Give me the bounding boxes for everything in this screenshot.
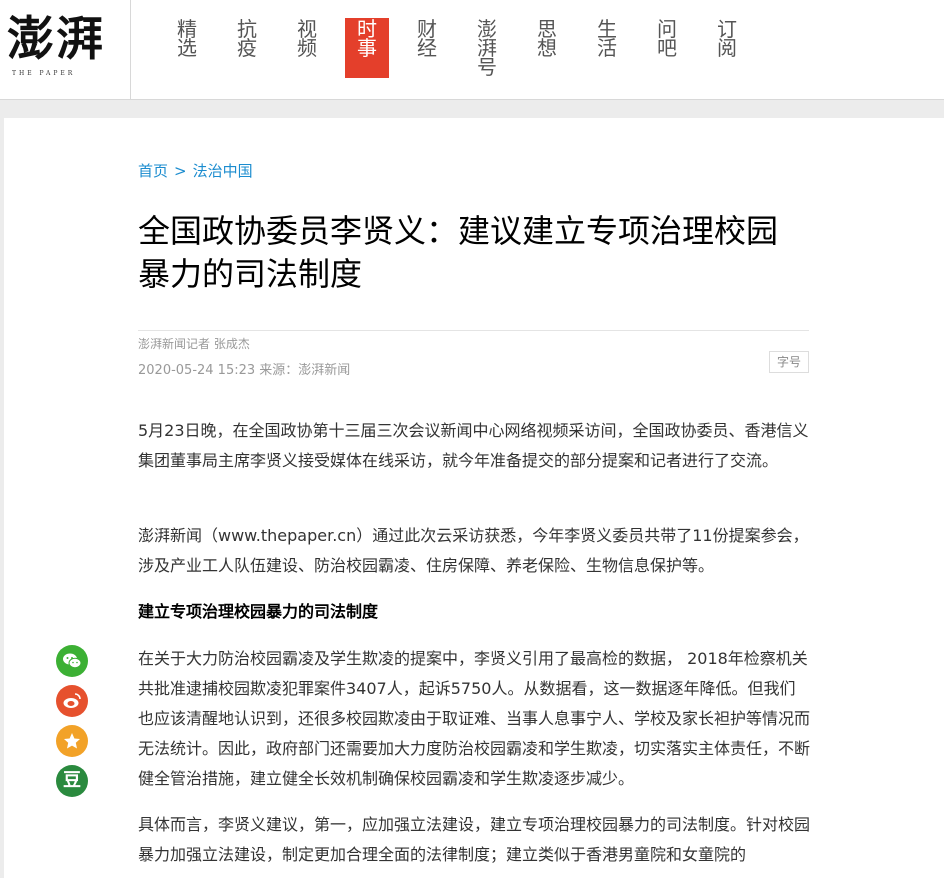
- nav-item[interactable]: 订阅: [705, 19, 749, 58]
- article-date-source: 2020-05-24 15:23 来源：澎湃新闻: [138, 363, 351, 378]
- article-title: 全国政协委员李贤义：建议建立专项治理校园暴力的司法制度: [138, 212, 779, 293]
- article-author: 澎湃新闻记者 张成杰: [138, 337, 250, 351]
- nav-item[interactable]: 思想: [525, 19, 569, 58]
- nav-item[interactable]: 抗疫: [225, 19, 269, 58]
- font-size-button[interactable]: 字号: [769, 351, 809, 373]
- breadcrumb-section[interactable]: 法治中国: [193, 162, 253, 180]
- article-paragraph: 澎湃新闻（www.thepaper.cn）通过此次云采访获悉，今年李贤义委员共带…: [138, 526, 809, 575]
- article-paragraph: 5月23日晚，在全国政协第十三届三次会议新闻中心网络视频采访间，全国政协委员、香…: [138, 421, 809, 470]
- breadcrumb-home[interactable]: 首页: [138, 162, 168, 180]
- breadcrumb-separator: >: [174, 162, 187, 180]
- site-header: 澎湃 THE PAPER 精选抗疫视频时事财经澎湃号思想生活问吧订阅: [0, 0, 944, 100]
- divider: [138, 330, 809, 331]
- nav-item[interactable]: 问吧: [645, 19, 689, 58]
- logo[interactable]: 澎湃 THE PAPER: [0, 0, 131, 99]
- weibo-icon[interactable]: [56, 685, 88, 717]
- nav-item[interactable]: 财经: [405, 19, 449, 58]
- nav-item[interactable]: 精选: [165, 19, 209, 58]
- douban-icon[interactable]: 豆: [56, 765, 88, 797]
- article-subheading: 建立专项治理校园暴力的司法制度: [138, 602, 379, 621]
- logo-subtitle: THE PAPER: [12, 70, 76, 77]
- article-paragraph: 具体而言，李贤义建议，第一，应加强立法建设，建立专项治理校园暴力的司法制度。针对…: [138, 815, 811, 864]
- wechat-icon[interactable]: [56, 645, 88, 677]
- breadcrumb: 首页 > 法治中国: [138, 160, 253, 181]
- nav-item[interactable]: 生活: [585, 19, 629, 58]
- nav-item[interactable]: 视频: [285, 19, 329, 58]
- article-paragraph: 在关于大力防治校园霸凌及学生欺凌的提案中，李贤义引用了最高检的数据， 2018年…: [138, 649, 811, 788]
- nav-item[interactable]: 澎湃号: [465, 19, 509, 77]
- logo-text: 澎湃: [7, 12, 105, 67]
- nav-item[interactable]: 时事: [345, 18, 389, 78]
- qzone-icon[interactable]: [56, 725, 88, 757]
